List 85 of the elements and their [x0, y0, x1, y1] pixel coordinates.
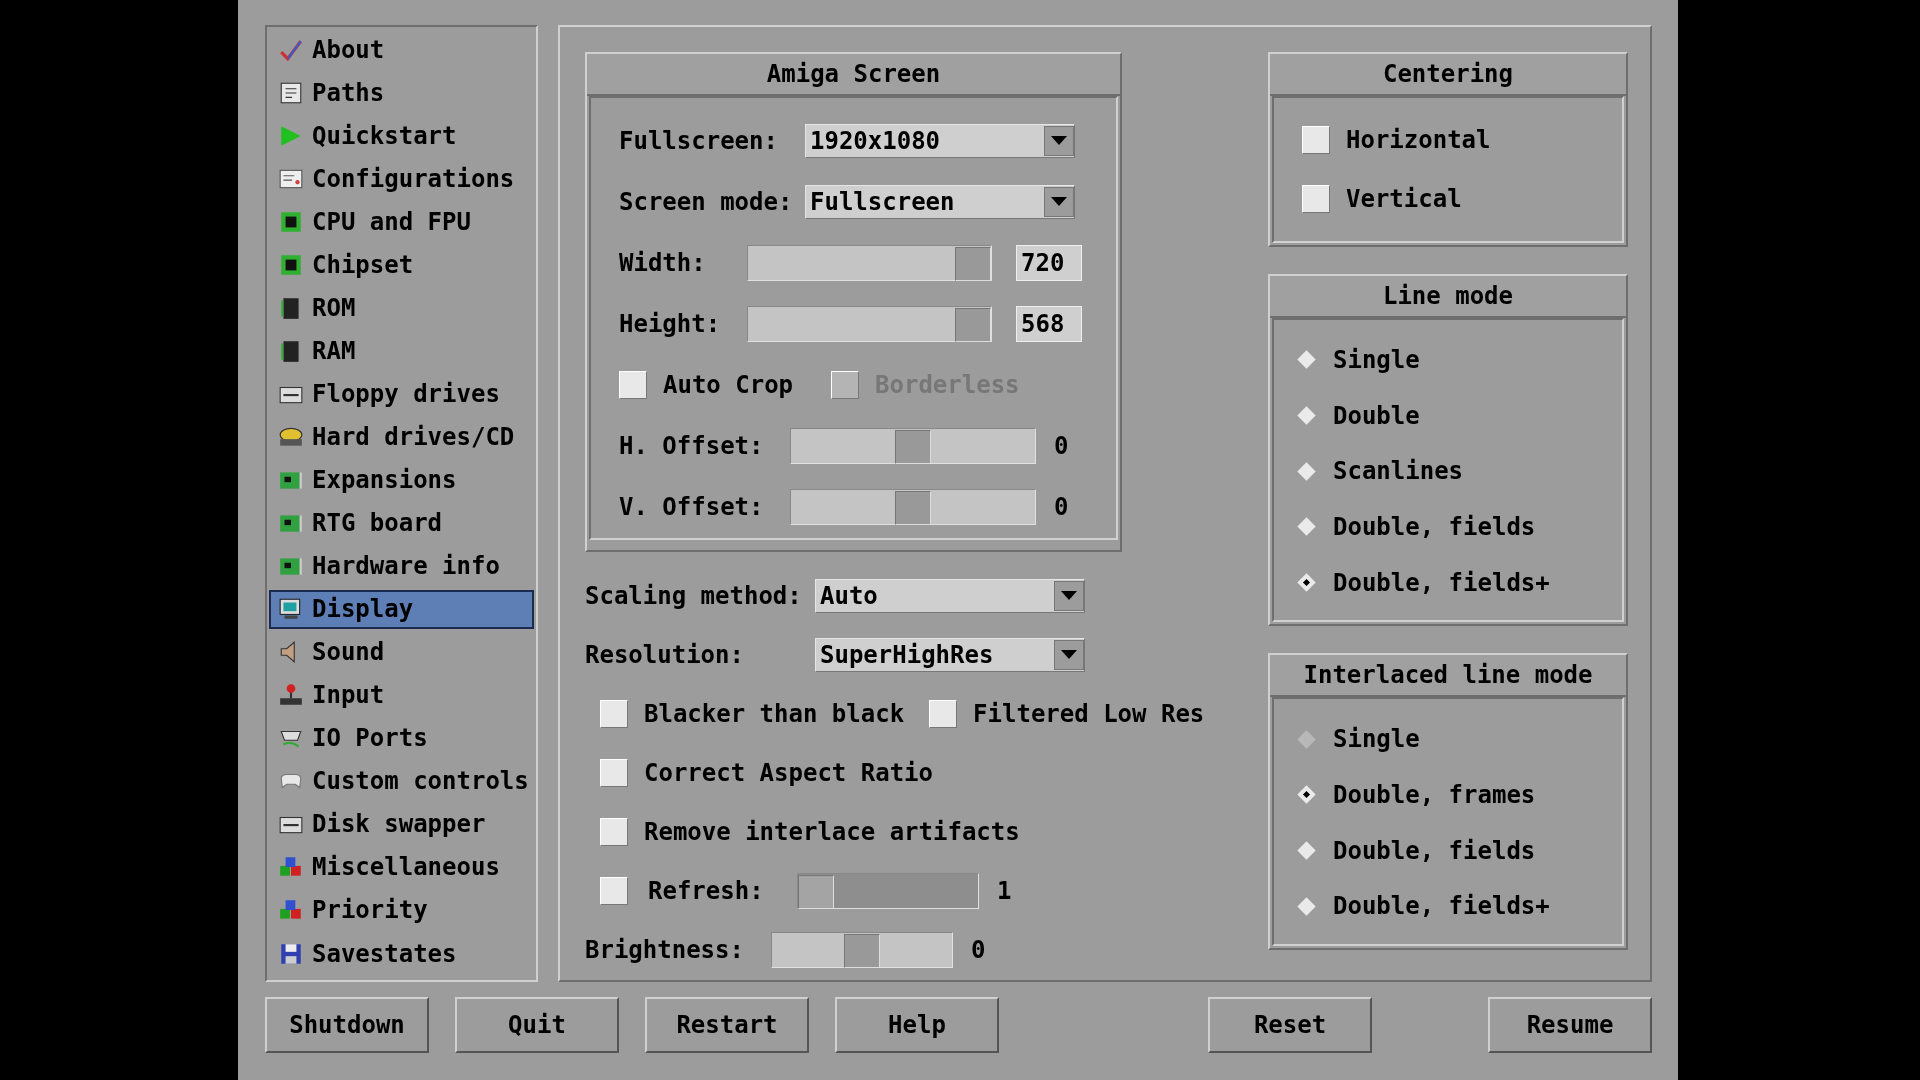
radio-label: Double, frames — [1333, 780, 1536, 809]
checkbox-label: Horizontal — [1346, 126, 1491, 154]
action-button[interactable]: Quit — [455, 997, 619, 1053]
sidebar-item[interactable]: Sound — [269, 632, 534, 672]
slider-track[interactable] — [771, 931, 953, 968]
slider-thumb[interactable] — [955, 246, 991, 281]
slider-thumb[interactable] — [844, 933, 880, 968]
sidebar-item[interactable]: Priority — [269, 890, 534, 930]
sidebar-item[interactable]: Quickstart — [269, 116, 534, 156]
sidebar-item[interactable]: Floppy drives — [269, 374, 534, 414]
slider-thumb[interactable] — [895, 490, 931, 525]
checkbox-label: Refresh: — [648, 876, 765, 905]
sidebar-item[interactable]: Display — [269, 589, 534, 629]
dropdown[interactable]: 1920x1080 — [805, 123, 1075, 158]
value-text: 0 — [971, 935, 986, 964]
field-label: Fullscreen: — [619, 126, 779, 155]
value-field[interactable]: 720 — [1016, 244, 1082, 281]
checkbox[interactable] — [600, 758, 628, 787]
group-title: Interlaced line mode — [1270, 655, 1626, 698]
sidebar-item[interactable]: Hard drives/CD — [269, 417, 534, 457]
action-button[interactable]: Shutdown — [265, 997, 429, 1053]
field-label: Resolution: — [585, 640, 745, 669]
radio-label: Double, fields — [1333, 512, 1536, 541]
dropdown[interactable]: Auto — [815, 578, 1085, 613]
value-text: 1 — [997, 876, 1012, 905]
action-button[interactable]: Reset — [1208, 997, 1372, 1053]
radio-label: Single — [1333, 725, 1420, 754]
group-title: Line mode — [1270, 276, 1626, 318]
checkbox-label: Auto Crop — [663, 370, 794, 399]
sidebar-item[interactable]: Chipset — [269, 245, 534, 285]
field-label: Scaling method: — [585, 581, 803, 610]
sidebar-item[interactable]: Expansions — [269, 460, 534, 500]
sidebar-item[interactable]: Savestates — [269, 934, 534, 974]
slider-track[interactable] — [790, 488, 1036, 525]
sidebar-item[interactable]: Paths — [269, 73, 534, 113]
sidebar-item[interactable]: Hardware info — [269, 546, 534, 586]
group-title: Centering — [1270, 54, 1626, 96]
checkbox[interactable] — [600, 817, 628, 846]
field-label: Brightness: — [585, 935, 745, 964]
sidebar-item[interactable]: RAM — [269, 331, 534, 371]
checkbox[interactable] — [619, 370, 647, 399]
dropdown[interactable]: Fullscreen — [805, 184, 1075, 219]
slider-track[interactable] — [747, 244, 992, 281]
slider-thumb[interactable] — [895, 429, 931, 464]
sidebar-item[interactable]: Configurations — [269, 159, 534, 199]
radio-label: Double, fields+ — [1333, 568, 1550, 597]
checkbox-label: Remove interlace artifacts — [644, 817, 1020, 846]
field-label: Height: — [619, 309, 722, 338]
sidebar-item[interactable]: Input — [269, 675, 534, 715]
sidebar-item[interactable]: About — [269, 30, 534, 70]
radio-label: Single — [1333, 345, 1420, 374]
sidebar-item[interactable]: RTG board — [269, 503, 534, 543]
field-label: H. Offset: — [619, 431, 765, 460]
value-text: 0 — [1054, 492, 1069, 521]
field-label: V. Offset: — [619, 492, 765, 521]
sidebar-item[interactable]: Miscellaneous — [269, 847, 534, 887]
checkbox[interactable] — [1302, 185, 1330, 213]
sidebar-item[interactable]: Custom controls — [269, 761, 534, 801]
checkbox-label: Filtered Low Res — [973, 699, 1205, 728]
radio-label: Double, fields+ — [1333, 892, 1550, 921]
action-button[interactable]: Resume — [1488, 997, 1652, 1053]
slider-track[interactable] — [790, 427, 1036, 464]
value-field[interactable]: 568 — [1016, 305, 1082, 342]
checkbox-label: Vertical — [1346, 185, 1462, 213]
group-title: Amiga Screen — [587, 54, 1120, 96]
field-label: Width: — [619, 248, 707, 277]
checkbox-label: Blacker than black — [644, 699, 905, 728]
sidebar-item[interactable]: ROM — [269, 288, 534, 328]
checkbox[interactable] — [929, 699, 958, 728]
radio-label: Scanlines — [1333, 457, 1464, 486]
action-button[interactable]: Help — [835, 997, 999, 1053]
sidebar-item[interactable]: Disk swapper — [269, 804, 534, 844]
value-text: 0 — [1054, 431, 1069, 460]
checkbox[interactable] — [600, 699, 628, 728]
field-label: Screen mode: — [619, 187, 794, 216]
slider-track[interactable] — [747, 305, 992, 342]
sidebar-item[interactable]: IO Ports — [269, 718, 534, 758]
radio-label: Double — [1333, 401, 1420, 430]
action-button[interactable]: Restart — [645, 997, 809, 1053]
checkbox[interactable] — [1302, 126, 1330, 154]
checkbox-label: Correct Aspect Ratio — [644, 758, 933, 787]
sidebar-item[interactable]: CPU and FPU — [269, 202, 534, 242]
slider-thumb[interactable] — [955, 307, 991, 342]
dropdown[interactable]: SuperHighRes — [815, 637, 1085, 672]
radio-label: Double, fields — [1333, 836, 1536, 865]
